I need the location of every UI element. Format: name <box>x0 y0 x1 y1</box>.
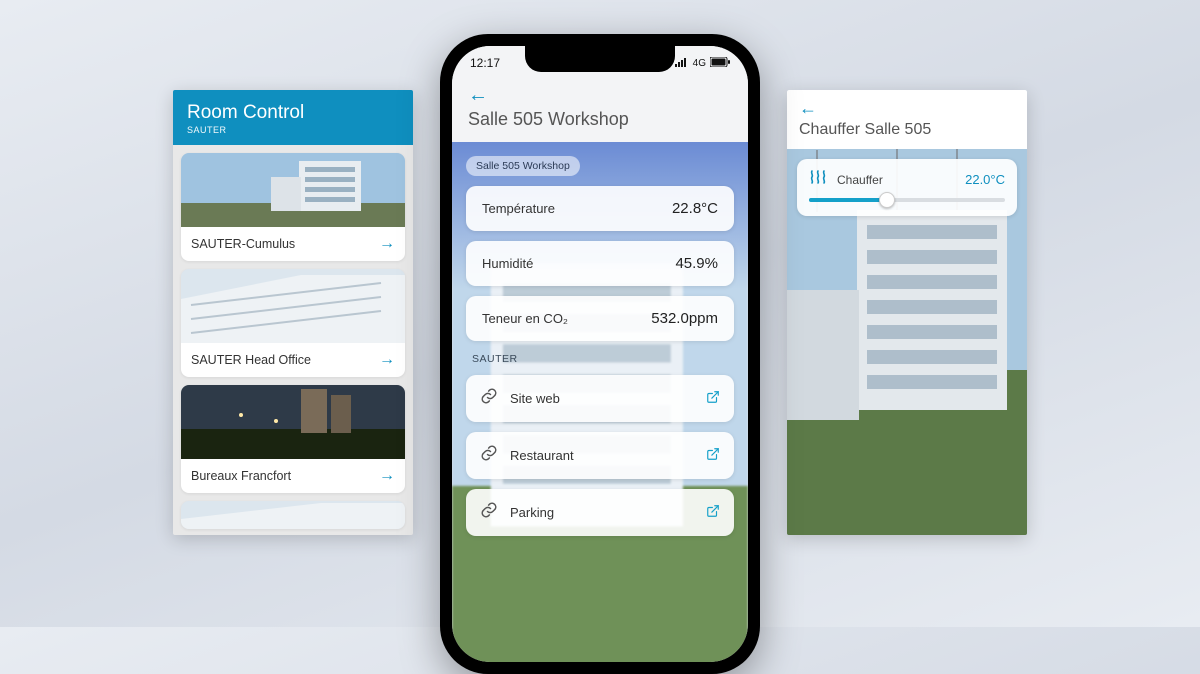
phone-notch <box>525 46 675 72</box>
link-restaurant[interactable]: Restaurant <box>466 432 734 479</box>
metric-co2[interactable]: Teneur en CO₂ 532.0ppm <box>466 296 734 341</box>
metric-value: 45.9% <box>675 255 718 272</box>
metric-temperature[interactable]: Température 22.8°C <box>466 186 734 231</box>
room-name: Bureaux Francfort <box>191 469 291 483</box>
room-card[interactable]: SAUTER-Cumulus → <box>181 153 405 261</box>
metric-label: Teneur en CO₂ <box>482 311 568 326</box>
arrow-right-icon: → <box>379 235 395 253</box>
link-icon <box>480 501 498 524</box>
room-card[interactable]: Bureaux Francfort → <box>181 385 405 493</box>
status-time: 12:17 <box>470 56 500 70</box>
external-link-icon <box>706 447 720 464</box>
link-label: Parking <box>510 505 694 520</box>
room-name: SAUTER-Cumulus <box>191 237 295 251</box>
slider-value: 22.0°C <box>965 172 1005 187</box>
battery-icon <box>710 57 730 70</box>
status-network: 4G <box>693 58 706 69</box>
slider-thumb[interactable] <box>879 192 895 208</box>
heat-waves-icon <box>809 169 827 190</box>
link-parking[interactable]: Parking <box>466 489 734 536</box>
heat-slider-card: Chauffer 22.0°C <box>797 159 1017 216</box>
external-link-icon <box>706 504 720 521</box>
room-list-screen: Room Control SAUTER SAUTER-Cumulus → <box>173 90 413 535</box>
room-card[interactable]: SAUTER Head Office → <box>181 269 405 377</box>
arrow-right-icon: → <box>379 467 395 485</box>
link-icon <box>480 387 498 410</box>
arrow-right-icon: → <box>379 351 395 369</box>
heat-control-screen: ← Chauffer Salle 505 Chauffer 22.0°C <box>787 90 1027 535</box>
brand-label: SAUTER <box>187 125 399 135</box>
background-photo <box>787 90 1027 535</box>
detail-scroll[interactable]: Salle 505 Workshop Température 22.8°C Hu… <box>452 142 748 662</box>
heat-header: ← Chauffer Salle 505 <box>787 90 1027 149</box>
back-button[interactable]: ← <box>468 84 732 107</box>
room-chip[interactable]: Salle 505 Workshop <box>466 156 580 176</box>
external-link-icon <box>706 390 720 407</box>
link-site-web[interactable]: Site web <box>466 375 734 422</box>
phone-frame: 12:17 4G ← Salle 505 Workshop <box>440 34 760 674</box>
back-button[interactable]: ← <box>799 98 1015 119</box>
section-label: SAUTER <box>466 353 734 365</box>
heat-title: Chauffer Salle 505 <box>799 121 1015 139</box>
room-thumbnail <box>181 501 405 529</box>
room-list-header: Room Control SAUTER <box>173 90 413 145</box>
link-icon <box>480 444 498 467</box>
temperature-slider[interactable] <box>809 198 1005 202</box>
metric-label: Humidité <box>482 256 533 271</box>
metric-humidity[interactable]: Humidité 45.9% <box>466 241 734 286</box>
slider-label: Chauffer <box>837 173 955 187</box>
link-label: Site web <box>510 391 694 406</box>
metric-value: 22.8°C <box>672 200 718 217</box>
room-list-title: Room Control <box>187 102 399 124</box>
metric-value: 532.0ppm <box>651 310 718 327</box>
room-thumbnail <box>181 153 405 227</box>
room-card[interactable] <box>181 501 405 529</box>
signal-icon <box>675 57 689 70</box>
detail-title: Salle 505 Workshop <box>468 109 732 130</box>
link-label: Restaurant <box>510 448 694 463</box>
room-thumbnail <box>181 269 405 343</box>
room-name: SAUTER Head Office <box>191 353 311 367</box>
detail-header: ← Salle 505 Workshop <box>452 80 748 142</box>
room-thumbnail <box>181 385 405 459</box>
metric-label: Température <box>482 201 555 216</box>
room-list: SAUTER-Cumulus → SAUTER Head Office → <box>173 145 413 535</box>
